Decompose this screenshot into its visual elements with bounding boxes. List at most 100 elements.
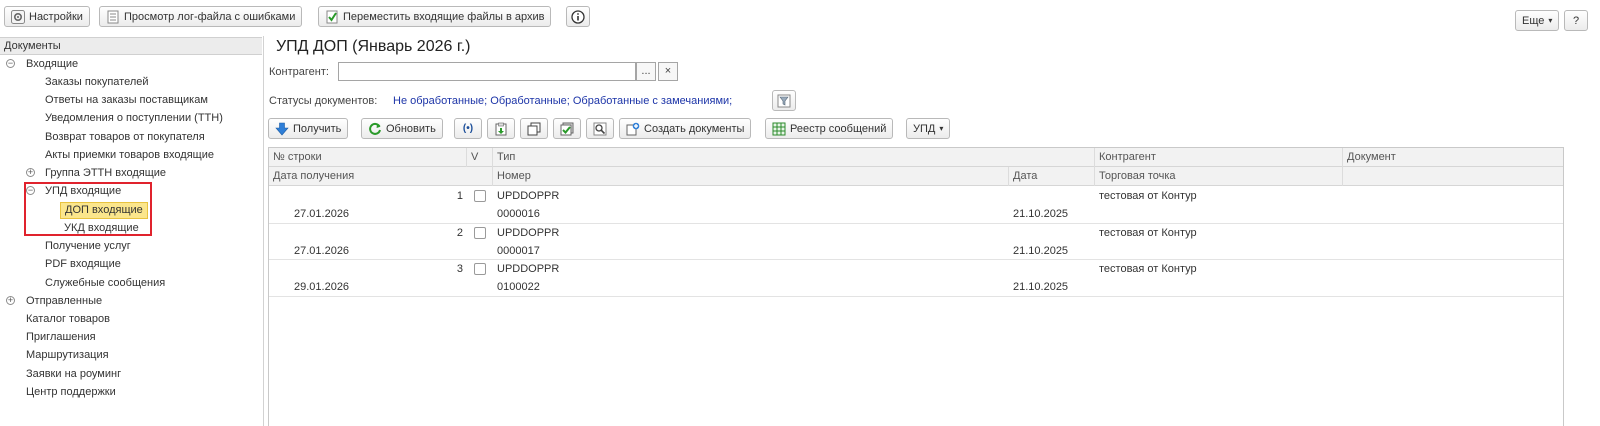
cell-date: 21.10.2025 [1013,244,1069,257]
col-header-received[interactable]: Дата получения [269,167,493,186]
col-header-empty [1343,167,1563,186]
table-header-row-2: Дата получения Номер Дата Торговая точка [269,167,1563,186]
select-counterparty-button[interactable]: ... [636,62,656,81]
download-arrow-icon [275,122,289,135]
create-documents-button[interactable]: Создать документы [619,118,752,139]
status-filter-button[interactable] [772,90,796,111]
cell-date: 21.10.2025 [1013,281,1069,293]
tree-item-order-responses[interactable]: Ответы на заказы поставщикам [45,91,208,109]
check-stack-icon [560,122,574,135]
col-header-date[interactable]: Дата [1009,167,1095,186]
info-button[interactable] [566,6,590,27]
clipboard-icon [495,122,507,135]
col-header-v[interactable]: V [467,148,493,167]
highlight-frame [24,182,152,236]
more-button[interactable]: Еще ▾ [1515,10,1559,31]
settings-button[interactable]: Настройки [4,6,90,27]
cell-number: 0000017 [497,244,540,257]
error-log-button[interactable]: Просмотр лог-файла с ошибками [99,6,303,27]
col-header-number[interactable]: Номер [493,167,1009,186]
row-checkbox[interactable] [474,190,486,202]
signal-button[interactable]: (•) [454,118,482,139]
upd-menu-button[interactable]: УПД ▾ [906,118,951,139]
row-separator [269,295,1563,297]
tree-node-sent[interactable]: + Отправленные [6,292,102,310]
col-header-trade-point[interactable]: Торговая точка [1095,167,1343,186]
dropdown-caret-icon: ▾ [1548,16,1553,25]
status-values-link[interactable]: Не обработанные; Обработанные; Обработан… [393,95,732,107]
table-row[interactable]: 2 UPDDOPPR тестовая от Контур 27.01.2026 000… [269,224,1563,260]
create-documents-icon [626,122,640,135]
cell-type: UPDDOPPR [497,190,560,202]
status-label: Статусы документов: [269,95,378,107]
expand-icon[interactable]: + [6,296,15,305]
counterparty-input[interactable] [338,62,636,81]
tree-item-receipt-notices[interactable]: Уведомления о поступлении (ТТН) [45,109,223,127]
help-label: ? [1572,14,1580,27]
dropdown-caret-icon: ▾ [939,124,944,133]
copy-button[interactable] [520,118,548,139]
cell-received: 29.01.2026 [294,281,350,293]
message-registry-button[interactable]: Реестр сообщений [765,118,894,139]
magnifier-icon [593,122,607,135]
tree-item-services[interactable]: Получение услуг [45,237,131,255]
approve-button[interactable] [553,118,581,139]
cell-type: UPDDOPPR [497,226,560,239]
cell-row-no: 1 [456,190,463,202]
cell-counterparty: тестовая от Контур [1099,263,1197,275]
table-row[interactable]: 3 UPDDOPPR тестовая от Контур 29.01.2026 010… [269,260,1563,297]
tree-item-pdf-incoming[interactable]: PDF входящие [45,255,121,273]
cell-counterparty: тестовая от Контур [1099,190,1197,202]
tree-item-support[interactable]: Центр поддержки [26,383,116,401]
col-header-row-no[interactable]: № строки [269,148,467,167]
broadcast-icon: (•) [462,123,474,134]
cell-type: UPDDOPPR [497,263,560,275]
refresh-label: Обновить [386,122,436,135]
col-header-counterparty[interactable]: Контрагент [1095,148,1343,167]
counterparty-label: Контрагент: [269,66,329,78]
help-button[interactable]: ? [1564,10,1588,31]
tree-item-invitations[interactable]: Приглашения [26,328,96,346]
col-header-document[interactable]: Документ [1343,148,1563,167]
upd-menu-label: УПД [913,122,936,135]
row-checkbox[interactable] [474,226,486,239]
cell-received: 27.01.2026 [294,244,350,257]
tree-item-customer-orders[interactable]: Заказы покупателей [45,73,149,91]
tree-item-catalog[interactable]: Каталог товаров [26,310,110,328]
table-header-row-1: № строки V Тип Контрагент Документ [269,148,1563,167]
copy-icon [527,122,541,135]
col-header-type[interactable]: Тип [493,148,1095,167]
refresh-icon [369,122,381,135]
tree-item-roaming[interactable]: Заявки на роуминг [26,365,121,383]
collapse-icon[interactable]: − [6,59,15,68]
more-label: Еще [1522,14,1545,27]
refresh-button[interactable]: Обновить [361,118,443,139]
row-checkbox[interactable] [474,263,486,275]
error-log-label: Просмотр лог-файла с ошибками [124,10,296,23]
cell-counterparty: тестовая от Контур [1099,226,1197,239]
cell-row-no: 2 [456,226,463,239]
create-documents-label: Создать документы [644,122,745,135]
message-registry-label: Реестр сообщений [790,122,887,135]
archive-button[interactable]: Переместить входящие файлы в архив [318,6,552,27]
clear-counterparty-button[interactable]: × [658,62,678,81]
documents-table: № строки V Тип Контрагент Документ Дата … [268,147,1564,426]
cell-number: 0000016 [497,208,540,220]
preview-button[interactable] [586,118,614,139]
table-row[interactable]: 1 UPDDOPPR тестовая от Контур 27.01.2026 000… [269,187,1563,224]
tree-item-customer-returns[interactable]: Возврат товаров от покупателя [45,128,205,146]
tree-item-acceptance-acts[interactable]: Акты приемки товаров входящие [45,146,214,164]
tree-label-ettn-group: Группа ЭТТН входящие [45,167,167,179]
table-grid-icon [772,122,786,135]
check-document-icon [326,10,338,23]
cell-row-no: 3 [456,263,463,275]
tree-node-ettn-group[interactable]: + Группа ЭТТН входящие [26,164,166,182]
archive-label: Переместить входящие файлы в архив [343,10,545,23]
tree-node-incoming[interactable]: − Входящие [6,55,78,73]
paste-button[interactable] [487,118,515,139]
tree-item-service-messages[interactable]: Служебные сообщения [45,274,165,292]
info-icon [571,9,585,24]
receive-button[interactable]: Получить [268,118,349,139]
tree-item-routing[interactable]: Маршрутизация [26,346,109,364]
expand-icon[interactable]: + [26,168,35,177]
